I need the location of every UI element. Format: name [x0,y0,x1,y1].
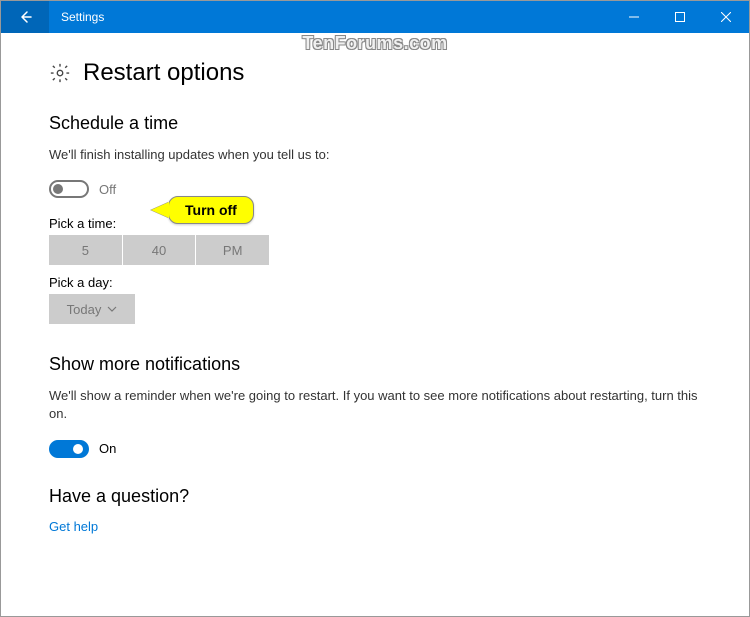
schedule-toggle-label: Off [99,182,116,197]
callout-tail [151,202,169,218]
minimize-icon [629,12,639,22]
window-controls [611,1,749,33]
watermark-text: TenForums.com [302,33,447,54]
toggle-knob [73,444,83,454]
notifications-heading: Show more notifications [49,354,701,375]
page-heading: Restart options [49,59,701,87]
schedule-toggle[interactable] [49,180,89,198]
toggle-knob [53,184,63,194]
question-heading: Have a question? [49,486,701,507]
pick-day-label: Pick a day: [49,275,701,290]
maximize-icon [675,12,685,22]
titlebar: Settings [1,1,749,33]
schedule-heading: Schedule a time [49,113,701,134]
notifications-toggle-row: On [49,440,701,458]
back-button[interactable] [1,1,49,33]
callout-text: Turn off [168,196,254,224]
day-picker-value: Today [67,302,102,317]
notifications-description: We'll show a reminder when we're going t… [49,387,701,423]
time-ampm[interactable]: PM [196,235,269,265]
arrow-left-icon [17,9,33,25]
page-title: Restart options [83,59,244,87]
notifications-toggle-label: On [99,441,116,456]
notifications-toggle[interactable] [49,440,89,458]
close-icon [721,12,731,22]
time-minute[interactable]: 40 [123,235,197,265]
app-title: Settings [49,1,611,33]
chevron-down-icon [107,306,117,312]
pick-time-label: Pick a time: [49,216,701,231]
schedule-description: We'll finish installing updates when you… [49,146,701,164]
day-picker[interactable]: Today [49,294,135,324]
time-picker[interactable]: 5 40 PM [49,235,269,265]
minimize-button[interactable] [611,1,657,33]
callout-annotation: Turn off [151,196,254,224]
gear-icon [49,62,71,84]
close-button[interactable] [703,1,749,33]
schedule-toggle-row: Off [49,180,701,198]
maximize-button[interactable] [657,1,703,33]
time-hour[interactable]: 5 [49,235,123,265]
get-help-link[interactable]: Get help [49,519,701,534]
content-area: Restart options Schedule a time We'll fi… [1,33,749,558]
